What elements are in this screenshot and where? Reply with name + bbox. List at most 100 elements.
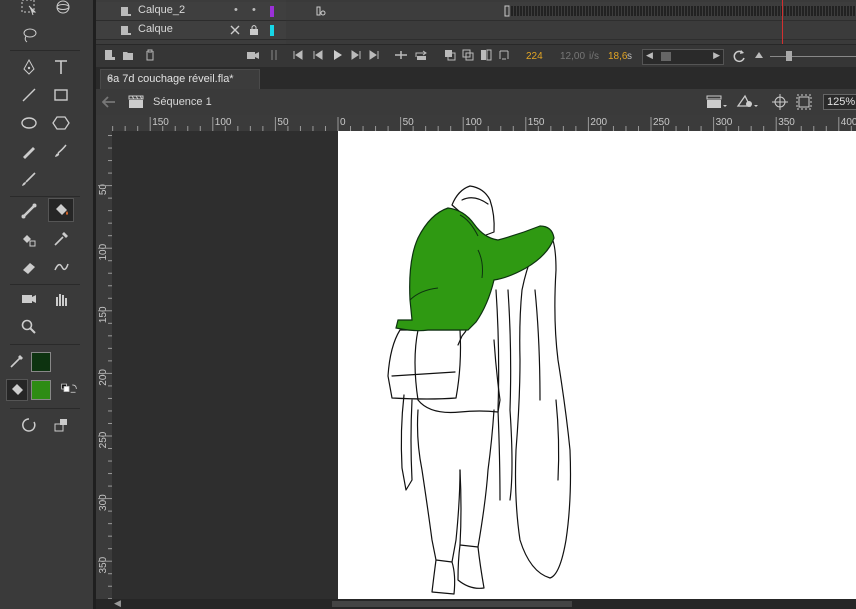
first-frame-icon[interactable] xyxy=(292,49,304,63)
width-icon[interactable] xyxy=(50,256,72,278)
edit-multiple-frames-icon[interactable] xyxy=(480,49,492,63)
fps-unit: i/s xyxy=(589,50,599,62)
fill-color-icon[interactable] xyxy=(6,379,28,401)
playhead[interactable] xyxy=(782,0,783,44)
scene-clapper-icon xyxy=(128,95,144,108)
text-icon[interactable] xyxy=(50,56,72,78)
horizontal-ruler[interactable]: 150 100 50 0 50 100 150 200 250 300 350 400 xyxy=(96,115,856,132)
fps-value[interactable]: 12,00 xyxy=(560,49,585,63)
refresh-icon[interactable] xyxy=(732,49,746,63)
ink-bottle-icon[interactable] xyxy=(18,228,40,250)
frame-row[interactable] xyxy=(286,21,856,40)
back-arrow-icon[interactable] xyxy=(102,96,116,108)
center-stage-icon[interactable] xyxy=(772,94,788,110)
pen-icon[interactable] xyxy=(18,56,40,78)
stroke-color-icon[interactable] xyxy=(6,350,28,372)
visibility-dot-icon[interactable]: • xyxy=(234,4,238,16)
ruler-label: 250 xyxy=(653,117,670,128)
horizontal-scrollbar[interactable]: ◀ xyxy=(96,598,856,609)
zoom-slider-thumb[interactable] xyxy=(786,51,792,61)
brush-icon[interactable] xyxy=(18,168,40,190)
center-frame-icon[interactable] xyxy=(394,49,408,63)
paint-brush-icon[interactable] xyxy=(50,140,72,162)
zoom-field[interactable]: 125% xyxy=(823,94,856,110)
layer-name: Calque_2 xyxy=(138,4,186,16)
lock-icon[interactable] xyxy=(249,24,259,36)
frame-scrollbar[interactable]: ◀ ▶ xyxy=(642,49,724,65)
frame-row[interactable] xyxy=(286,2,856,21)
vertical-ruler-ticks: 50100150200250300350 xyxy=(98,135,112,599)
play-icon[interactable] xyxy=(331,49,343,63)
ruler-label: 100 xyxy=(215,117,232,128)
new-layer-icon[interactable] xyxy=(104,49,116,63)
ruler-label: 400 xyxy=(841,117,856,128)
ruler-label: 50 xyxy=(403,117,415,128)
ruler-label: 50 xyxy=(277,117,289,128)
smooth-icon[interactable] xyxy=(50,414,72,436)
eyedropper-icon[interactable] xyxy=(50,228,72,250)
fill-color-swatch[interactable] xyxy=(31,380,51,400)
ruler-label: 300 xyxy=(98,494,109,511)
zoom-value: 125% xyxy=(827,96,856,108)
stroke-color-swatch[interactable] xyxy=(31,352,51,372)
bone-icon[interactable] xyxy=(18,200,40,222)
scroll-left-icon[interactable]: ◀ xyxy=(114,598,121,609)
pencil-icon[interactable] xyxy=(18,140,40,162)
selection-icon[interactable] xyxy=(18,0,40,18)
ruler-label: 200 xyxy=(98,369,109,386)
zoom-slider-track[interactable] xyxy=(770,56,856,57)
mountain-small-icon[interactable] xyxy=(754,49,764,63)
swap-colors-icon[interactable] xyxy=(56,378,82,400)
previous-frame-icon[interactable] xyxy=(312,49,324,63)
eraser-icon[interactable] xyxy=(18,256,40,278)
vertical-ruler[interactable]: 50 100 150 200 250 300 350 xyxy=(96,131,113,599)
scene-name[interactable]: Séquence 1 xyxy=(153,96,212,108)
ruler-label: 150 xyxy=(528,117,545,128)
hand-icon[interactable] xyxy=(50,288,72,310)
onion-skin-outlines-icon[interactable] xyxy=(462,49,474,63)
last-frame-icon[interactable] xyxy=(368,49,380,63)
edit-bar: Séquence 1 125% xyxy=(96,89,856,116)
3d-rotation-icon[interactable] xyxy=(52,0,74,18)
hidden-x-icon[interactable] xyxy=(230,25,240,35)
modify-markers-icon[interactable] xyxy=(498,49,510,63)
timeline-frames[interactable] xyxy=(286,0,856,44)
character-drawing[interactable] xyxy=(338,131,856,599)
lasso-icon[interactable] xyxy=(18,24,40,46)
camera-icon[interactable] xyxy=(18,288,40,310)
document-tab-bar: 6a 7d couchage réveil.fla* × xyxy=(96,67,856,89)
oval-icon[interactable] xyxy=(18,112,40,134)
layer-outline-color-icon[interactable] xyxy=(270,6,274,17)
document-tab[interactable]: 6a 7d couchage réveil.fla* × xyxy=(100,69,260,89)
edit-symbols-icon[interactable] xyxy=(736,94,760,110)
loop-icon[interactable] xyxy=(414,49,428,63)
lock-dot-icon[interactable]: • xyxy=(252,4,256,16)
frame-scrollbar-thumb[interactable] xyxy=(661,52,671,61)
close-tab-icon[interactable]: × xyxy=(107,73,253,85)
zoom-icon[interactable] xyxy=(18,316,40,338)
ruler-label: 150 xyxy=(152,117,169,128)
snap-to-objects-icon[interactable] xyxy=(18,414,40,436)
next-frame-icon[interactable] xyxy=(350,49,362,63)
line-icon[interactable] xyxy=(18,84,40,106)
elapsed-time-value[interactable]: 18,6 xyxy=(608,49,627,63)
clip-content-icon[interactable] xyxy=(796,94,812,110)
layer-icon xyxy=(121,26,131,35)
layer-outline-color-icon[interactable] xyxy=(270,25,274,36)
ruler-label: 200 xyxy=(590,117,607,128)
horizontal-scrollbar-thumb[interactable] xyxy=(332,601,572,607)
new-folder-icon[interactable] xyxy=(122,49,134,63)
stage-canvas[interactable] xyxy=(338,131,856,599)
paint-bucket-icon[interactable] xyxy=(48,198,74,222)
current-frame-value[interactable]: 224 xyxy=(526,49,543,63)
panel-grip-icon[interactable] xyxy=(270,49,278,63)
layer-row-calque-2[interactable]: Calque_2 • • xyxy=(96,2,286,21)
timeline-panel: Calque_2 • • Calque xyxy=(96,0,856,44)
rectangle-icon[interactable] xyxy=(50,84,72,106)
delete-icon[interactable] xyxy=(144,49,156,63)
layer-row-calque[interactable]: Calque xyxy=(96,21,286,40)
polystar-icon[interactable] xyxy=(50,112,72,134)
onion-skin-icon[interactable] xyxy=(444,49,456,63)
camera-toggle-icon[interactable] xyxy=(246,49,260,63)
edit-scene-icon[interactable] xyxy=(706,94,728,110)
